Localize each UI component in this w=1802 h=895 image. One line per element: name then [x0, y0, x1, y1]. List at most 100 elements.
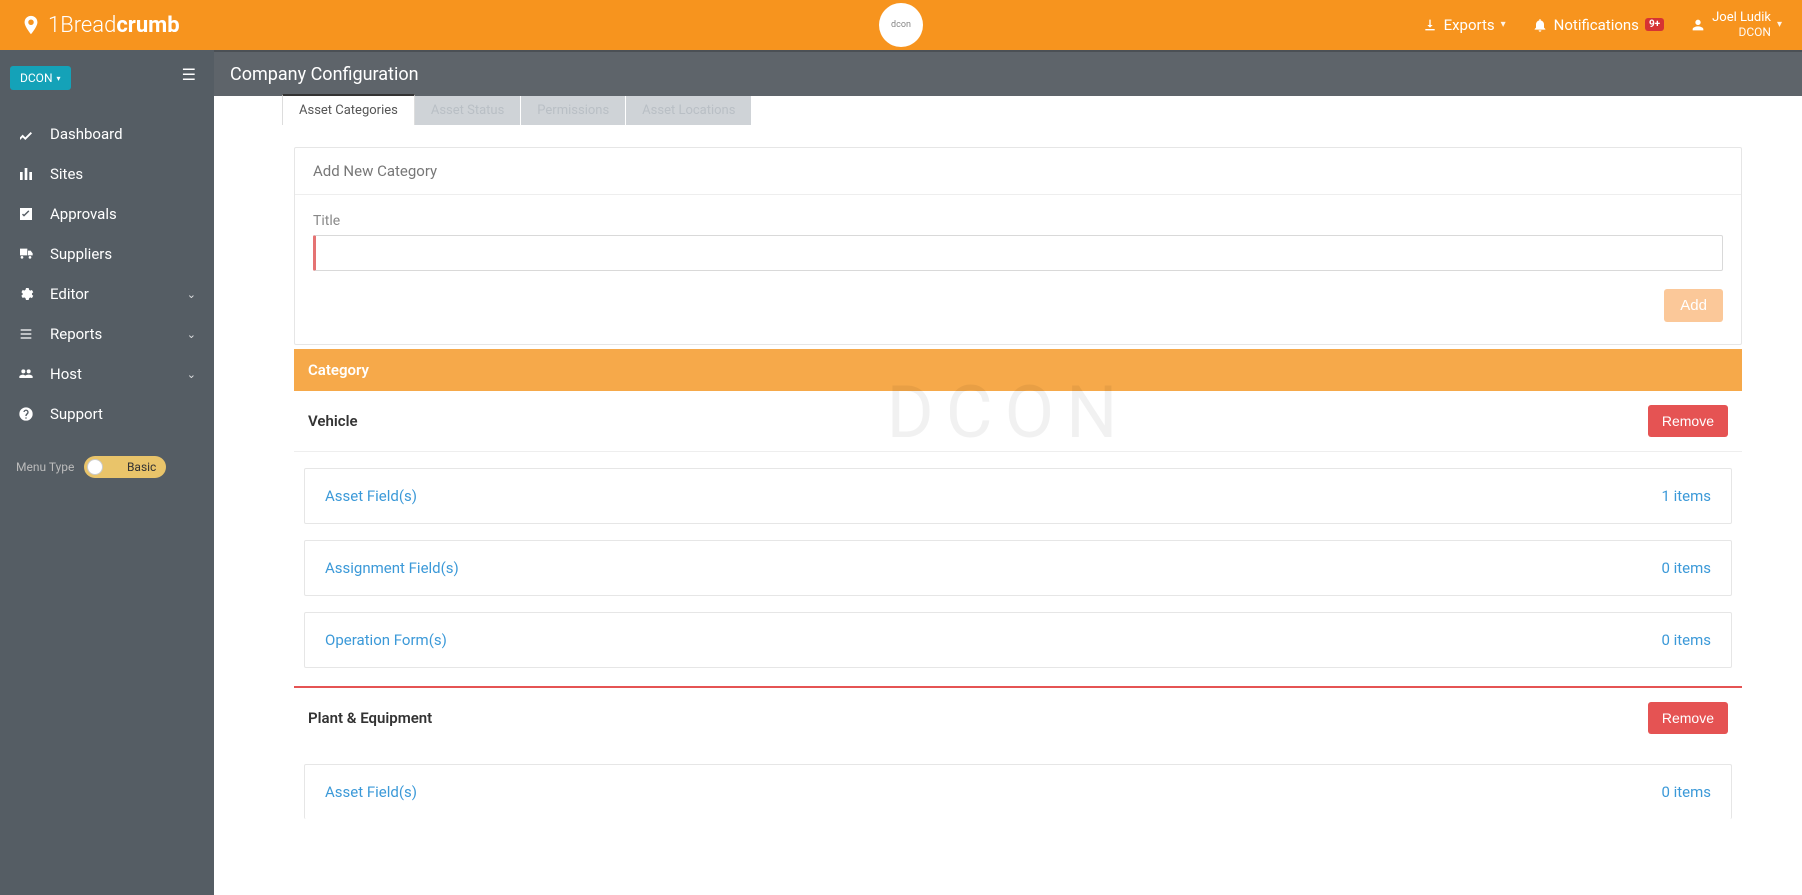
sidebar-item-reports[interactable]: Reports ⌄	[0, 314, 214, 354]
sidebar-item-label: Dashboard	[50, 125, 123, 143]
add-category-panel: Add New Category Title Add	[294, 147, 1742, 345]
tabs: Asset Categories Asset Status Permission…	[282, 96, 1802, 125]
content: Add New Category Title Add Category Vehi…	[214, 125, 1802, 859]
remove-button[interactable]: Remove	[1648, 702, 1728, 734]
chevron-down-icon: ⌄	[187, 368, 196, 381]
sidebar-item-approvals[interactable]: Approvals	[0, 194, 214, 234]
add-button[interactable]: Add	[1664, 289, 1723, 322]
user-menu[interactable]: Joel Ludik DCON ▾	[1690, 11, 1782, 38]
exports-menu[interactable]: Exports ▾	[1422, 16, 1506, 34]
company-logo-text: dcon	[891, 20, 911, 30]
tab-asset-locations[interactable]: Asset Locations	[626, 96, 752, 125]
question-icon	[18, 406, 36, 422]
add-category-heading: Add New Category	[295, 148, 1741, 195]
sidebar-item-label: Editor	[50, 285, 89, 303]
export-icon	[1422, 17, 1438, 33]
menu-type-value: Basic	[127, 460, 156, 474]
page-title: Company Configuration	[230, 64, 419, 85]
sidebar-item-label: Host	[50, 365, 82, 383]
sidebar-item-suppliers[interactable]: Suppliers	[0, 234, 214, 274]
sidebar-item-dashboard[interactable]: Dashboard	[0, 114, 214, 154]
sub-row-label: Assignment Field(s)	[325, 559, 459, 577]
brand-text: 1Breadcrumb	[48, 13, 180, 38]
sidebar-item-label: Approvals	[50, 205, 117, 223]
exports-label: Exports	[1444, 16, 1495, 34]
sidebar-item-label: Support	[50, 405, 103, 423]
topbar: 1Breadcrumb dcon Exports ▾ Notifications…	[0, 0, 1802, 50]
title-field-label: Title	[313, 213, 1723, 229]
tabs-container: Asset Categories Asset Status Permission…	[214, 96, 1802, 125]
category-column-header: Category	[294, 349, 1742, 391]
tab-asset-status[interactable]: Asset Status	[415, 96, 521, 125]
category-sub-row[interactable]: Assignment Field(s) 0 items	[304, 540, 1732, 596]
org-selector[interactable]: DCON ▾	[10, 66, 71, 90]
truck-icon	[18, 246, 36, 262]
category-name: Plant & Equipment	[308, 709, 432, 727]
user-name-block: Joel Ludik DCON	[1712, 11, 1771, 38]
category-sub-row[interactable]: Asset Field(s) 1 items	[304, 468, 1732, 524]
gear-icon	[18, 286, 36, 302]
org-selector-label: DCON	[20, 71, 53, 85]
bell-icon	[1532, 17, 1548, 33]
main: Company Configuration Asset Categories A…	[214, 50, 1802, 895]
brand: 1Breadcrumb	[20, 13, 180, 38]
gate-icon	[18, 166, 36, 182]
tab-asset-categories[interactable]: Asset Categories	[282, 94, 415, 125]
category-block: Plant & Equipment Remove Asset Field(s) …	[294, 688, 1742, 819]
tab-label: Asset Locations	[642, 103, 735, 118]
tab-label: Permissions	[537, 103, 609, 118]
category-row: Plant & Equipment Remove	[294, 688, 1742, 748]
notifications-menu[interactable]: Notifications 9+	[1532, 16, 1664, 34]
company-logo-circle: dcon	[879, 3, 923, 47]
category-block: Vehicle Remove Asset Field(s) 1 items As…	[294, 391, 1742, 688]
tab-label: Asset Status	[431, 103, 504, 118]
sub-row-label: Asset Field(s)	[325, 783, 417, 801]
sidebar-item-sites[interactable]: Sites	[0, 154, 214, 194]
sub-row-count: 0 items	[1661, 631, 1711, 649]
users-icon	[18, 366, 36, 382]
chevron-down-icon: ⌄	[187, 288, 196, 301]
sidebar-nav: Dashboard Sites Approvals Suppliers Edit…	[0, 114, 214, 434]
sidebar-item-host[interactable]: Host ⌄	[0, 354, 214, 394]
menu-type-row: Menu Type Basic	[16, 456, 198, 478]
category-sub-row[interactable]: Operation Form(s) 0 items	[304, 612, 1732, 668]
notifications-label: Notifications	[1554, 16, 1639, 34]
sidebar-item-label: Suppliers	[50, 245, 112, 263]
add-category-body: Title Add	[295, 195, 1741, 344]
tab-permissions[interactable]: Permissions	[521, 96, 626, 125]
chart-icon	[18, 126, 36, 142]
chevron-down-icon: ⌄	[187, 328, 196, 341]
sub-row-count: 0 items	[1661, 559, 1711, 577]
chevron-down-icon: ▾	[57, 74, 61, 83]
sidebar-toggle[interactable]: ☰	[182, 65, 196, 84]
list-icon	[18, 326, 36, 342]
page-header: Company Configuration	[214, 50, 1802, 96]
sidebar-item-label: Reports	[50, 325, 102, 343]
tab-label: Asset Categories	[299, 103, 398, 118]
user-name: Joel Ludik	[1712, 11, 1771, 25]
menu-type-label: Menu Type	[16, 460, 74, 474]
user-icon	[1690, 17, 1706, 33]
check-icon	[18, 206, 36, 222]
remove-button[interactable]: Remove	[1648, 405, 1728, 437]
category-sub-row[interactable]: Asset Field(s) 0 items	[304, 764, 1732, 819]
sub-row-label: Operation Form(s)	[325, 631, 447, 649]
sub-row-label: Asset Field(s)	[325, 487, 417, 505]
sidebar-item-support[interactable]: Support	[0, 394, 214, 434]
title-input[interactable]	[313, 235, 1723, 271]
chevron-down-icon: ▾	[1501, 19, 1506, 30]
sub-row-count: 0 items	[1661, 783, 1711, 801]
user-org: DCON	[1712, 26, 1771, 39]
sidebar-item-editor[interactable]: Editor ⌄	[0, 274, 214, 314]
chevron-down-icon: ▾	[1777, 19, 1782, 30]
brand-logo-icon	[20, 14, 42, 36]
category-name: Vehicle	[308, 412, 358, 430]
sidebar: ☰ DCON ▾ Dashboard Sites Approvals Suppl…	[0, 50, 214, 895]
sidebar-item-label: Sites	[50, 165, 83, 183]
sub-row-count: 1 items	[1661, 487, 1711, 505]
category-row: Vehicle Remove	[294, 391, 1742, 452]
menu-type-toggle[interactable]: Basic	[84, 456, 166, 478]
notifications-badge: 9+	[1645, 18, 1664, 31]
topbar-right: Exports ▾ Notifications 9+ Joel Ludik DC…	[1422, 11, 1782, 38]
toggle-knob	[87, 459, 103, 475]
